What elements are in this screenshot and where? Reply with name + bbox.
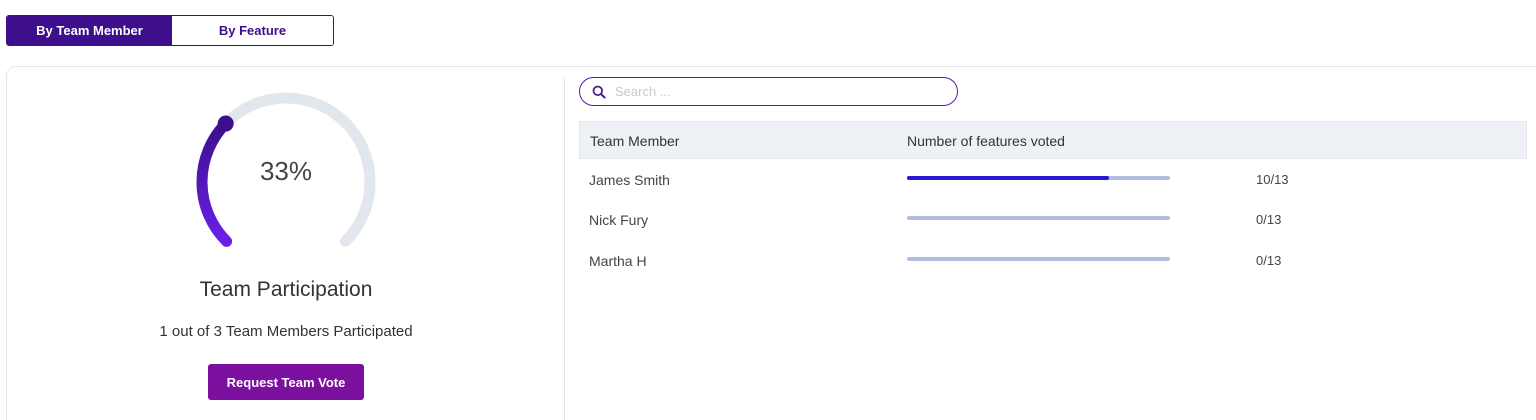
member-name: Nick Fury [589,212,649,228]
search-box[interactable] [579,77,958,106]
column-header-team-member: Team Member [590,133,680,149]
table-row: Nick Fury 0/13 [579,200,1527,240]
participation-subtitle: 1 out of 3 Team Members Participated [159,323,413,340]
column-header-features-voted: Number of features voted [907,133,1065,149]
search-input[interactable] [615,84,935,99]
request-team-vote-button[interactable]: Request Team Vote [208,364,364,400]
votes-count: 0/13 [1256,253,1282,268]
member-name: Martha H [589,253,647,269]
votes-progress-fill [907,176,1110,180]
member-name: James Smith [589,172,670,188]
table-header: Team Member Number of features voted [579,121,1527,159]
votes-progress-bar [907,176,1170,180]
votes-progress-bar [907,257,1170,261]
table-row: James Smith 10/13 [579,160,1527,200]
search-icon [592,85,606,99]
table-row: Martha H 0/13 [579,241,1527,281]
participation-title: Team Participation [199,278,373,301]
panel-divider [564,78,565,420]
participation-gauge [196,92,376,247]
participation-percent: 33% [259,156,313,186]
gauge-value-marker [217,115,234,132]
votes-count: 0/13 [1256,212,1282,227]
votes-count: 10/13 [1256,172,1289,187]
votes-progress-bar [907,216,1170,220]
